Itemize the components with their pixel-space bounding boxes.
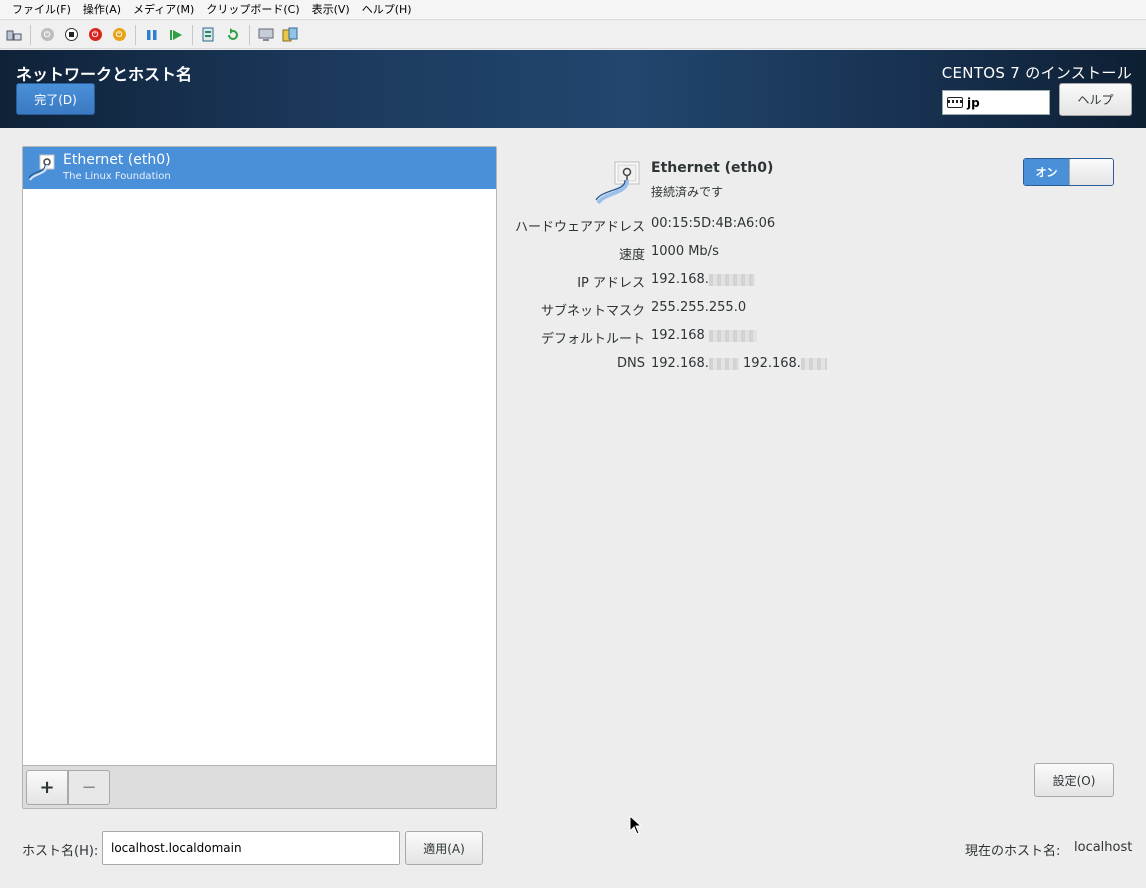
turn-off-icon[interactable]	[60, 24, 82, 46]
enhanced-session-icon[interactable]	[255, 24, 277, 46]
redacted-block	[800, 357, 827, 370]
current-hostname-value: localhost	[1074, 840, 1133, 855]
keyboard-layout-indicator[interactable]: jp	[942, 90, 1050, 115]
shut-down-icon[interactable]: ⏻	[84, 24, 106, 46]
keyboard-layout-label: jp	[967, 95, 980, 110]
dns-value-2: 192.168.	[743, 356, 801, 371]
menu-media[interactable]: メディア(M)	[127, 0, 200, 20]
installer-header: ネットワークとホスト名 完了(D) CENTOS 7 のインストール jp ヘル…	[0, 50, 1146, 128]
checkpoint-icon[interactable]	[198, 24, 220, 46]
add-device-button[interactable]: +	[26, 770, 68, 805]
revert-icon[interactable]	[222, 24, 244, 46]
settings-button[interactable]: 設定(O)	[1034, 763, 1114, 797]
reset-icon[interactable]	[165, 24, 187, 46]
toolbar-separator	[192, 24, 193, 45]
device-list: Ethernet (eth0) The Linux Foundation + −	[22, 146, 497, 809]
detail-device-name: Ethernet (eth0)	[651, 160, 774, 176]
ip-address-label: IP アドレス	[577, 276, 645, 291]
hardware-address-value: 00:15:5D:4B:A6:06	[651, 216, 776, 231]
apply-button[interactable]: 適用(A)	[405, 831, 483, 865]
ethernet-icon	[28, 154, 55, 181]
share-icon[interactable]	[279, 24, 301, 46]
keyboard-icon	[947, 97, 963, 108]
speed-label: 速度	[618, 248, 645, 263]
menubar: ファイル(F) 操作(A) メディア(M) クリップボード(C) 表示(V) ヘ…	[0, 0, 1146, 20]
menu-help[interactable]: ヘルプ(H)	[356, 0, 418, 20]
dns-value-1: 192.168.	[651, 356, 709, 371]
ethernet-icon	[595, 161, 640, 205]
speed-value: 1000 Mb/s	[651, 244, 719, 259]
redacted-block	[708, 329, 757, 342]
hostname-input[interactable]	[102, 831, 400, 865]
help-button[interactable]: ヘルプ	[1059, 83, 1132, 116]
redacted-block	[708, 273, 755, 286]
toggle-on-label: オン	[1024, 159, 1069, 185]
dns-row: 192.168. 192.168.	[651, 356, 827, 371]
connection-status: 接続済みです	[651, 185, 724, 199]
save-icon[interactable]: ⏻	[108, 24, 130, 46]
connection-toggle[interactable]: オン	[1023, 158, 1114, 186]
remove-device-button[interactable]: −	[68, 770, 110, 805]
menu-view[interactable]: 表示(V)	[306, 0, 356, 20]
device-vendor: The Linux Foundation	[63, 171, 171, 182]
current-hostname-label: 現在のホスト名:	[965, 844, 1061, 859]
list-item[interactable]: Ethernet (eth0) The Linux Foundation	[23, 147, 496, 189]
page-title: ネットワークとホスト名	[16, 65, 193, 84]
default-route-value: 192.168	[651, 328, 705, 343]
menu-clipboard[interactable]: クリップボード(C)	[200, 0, 305, 20]
toolbar-separator	[135, 24, 136, 45]
list-toolbar: + −	[23, 765, 496, 808]
toolbar-separator	[30, 24, 31, 45]
toggle-knob	[1069, 159, 1113, 185]
mouse-cursor-icon	[629, 815, 643, 835]
start-icon[interactable]: ⏻	[36, 24, 58, 46]
toolbar: ⏻ ⏻ ⏻	[0, 21, 1146, 49]
subnet-mask-value: 255.255.255.0	[651, 300, 747, 315]
redacted-block	[708, 357, 739, 370]
ctrl-alt-del-icon[interactable]	[3, 24, 25, 46]
hostname-label: ホスト名(H):	[22, 844, 99, 859]
default-route-label: デフォルトルート	[540, 332, 645, 347]
subnet-mask-label: サブネットマスク	[540, 304, 645, 319]
device-name: Ethernet (eth0)	[63, 152, 171, 168]
toolbar-separator	[249, 24, 250, 45]
pause-icon[interactable]	[141, 24, 163, 46]
done-button[interactable]: 完了(D)	[16, 83, 95, 115]
default-route-row: 192.168	[651, 328, 757, 343]
ip-address-value: 192.168.	[651, 272, 709, 287]
dns-label: DNS	[617, 356, 645, 371]
hardware-address-label: ハードウェアアドレス	[514, 220, 645, 235]
product-title: CENTOS 7 のインストール	[941, 64, 1132, 82]
ip-address-row: 192.168.	[651, 272, 755, 287]
menu-action[interactable]: 操作(A)	[77, 0, 127, 20]
menu-file[interactable]: ファイル(F)	[6, 0, 77, 20]
